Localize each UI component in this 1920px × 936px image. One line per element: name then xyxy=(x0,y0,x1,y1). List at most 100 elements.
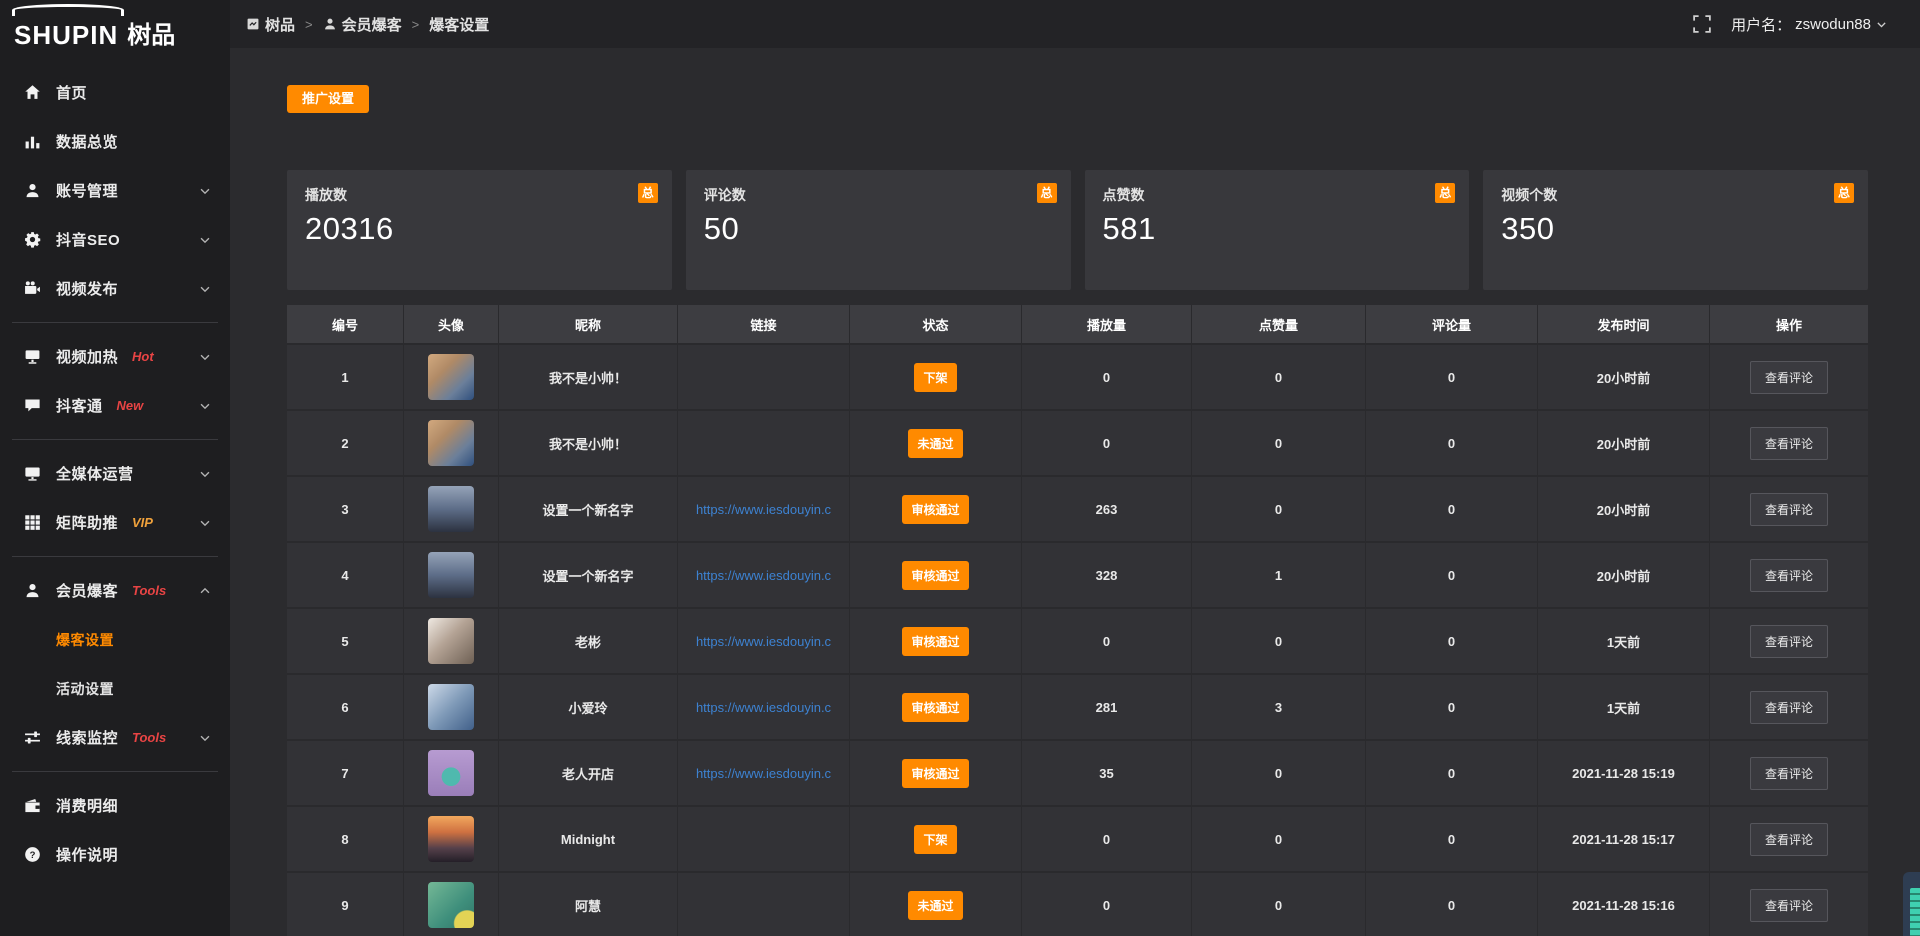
status-badge: 未通过 xyxy=(908,891,962,920)
sidebar-item-activity-settings[interactable]: 活动设置 xyxy=(0,664,230,713)
sidebar-item-media-operation[interactable]: 全媒体运营 xyxy=(0,449,230,498)
topbar-right: 用户名：zswodun88 xyxy=(1693,14,1888,35)
sidebar-item-label: 操作说明 xyxy=(56,844,118,865)
sidebar-item-clue-monitor[interactable]: 线索监控Tools xyxy=(0,713,230,762)
cell-link: https://www.iesdouyin.c xyxy=(678,741,850,805)
cell-avatar xyxy=(404,741,499,805)
cell-id: 7 xyxy=(287,741,404,805)
sidebar-item-douyin-seo[interactable]: 抖音SEO xyxy=(0,215,230,264)
view-comments-button[interactable]: 查看评论 xyxy=(1750,559,1828,592)
breadcrumb-separator: > xyxy=(412,17,420,32)
cell-avatar xyxy=(404,411,499,475)
cell-actions: 查看评论 xyxy=(1710,411,1868,475)
cell-status: 审核通过 xyxy=(850,543,1022,607)
sidebar-divider xyxy=(12,322,218,323)
status-badge: 未通过 xyxy=(908,429,962,458)
cell-status: 下架 xyxy=(850,807,1022,871)
sidebar-item-label: 视频发布 xyxy=(56,278,118,299)
sidebar-item-tag: Hot xyxy=(132,349,154,364)
cell-likes: 0 xyxy=(1192,741,1366,805)
sidebar-divider xyxy=(12,771,218,772)
table-row: 5老彬https://www.iesdouyin.c审核通过0001天前查看评论 xyxy=(287,607,1868,673)
logo-text-cjk: 树品 xyxy=(127,24,175,48)
sidebar-item-tag: VIP xyxy=(132,515,153,530)
breadcrumb-item[interactable]: 树品 xyxy=(246,14,295,35)
cell-likes: 0 xyxy=(1192,609,1366,673)
cell-status: 审核通过 xyxy=(850,609,1022,673)
cell-publish-time: 1天前 xyxy=(1538,675,1710,739)
sidebar-item-member-baoke[interactable]: 会员爆客Tools xyxy=(0,566,230,615)
sidebar-divider xyxy=(12,556,218,557)
video-link[interactable]: https://www.iesdouyin.c xyxy=(696,634,831,649)
sidebar-item-operation-guide[interactable]: ?操作说明 xyxy=(0,830,230,879)
sidebar-item-consumption-details[interactable]: 消费明细 xyxy=(0,781,230,830)
view-comments-button[interactable]: 查看评论 xyxy=(1750,691,1828,724)
column-header: 头像 xyxy=(404,305,499,343)
data-table: 编号头像昵称链接状态播放量点赞量评论量发布时间操作 1我不是小帅！下架00020… xyxy=(287,305,1868,936)
promotion-settings-button[interactable]: 推广设置 xyxy=(287,85,369,113)
sidebar-item-label: 线索监控 xyxy=(56,727,118,748)
chevron-down-icon xyxy=(198,233,212,247)
video-link[interactable]: https://www.iesdouyin.c xyxy=(696,700,831,715)
sidebar: SHUPIN 树品 首页数据总览账号管理抖音SEO 视频发布视频加热Hot抖客通N… xyxy=(0,0,230,936)
cell-comments: 0 xyxy=(1366,675,1538,739)
view-comments-button[interactable]: 查看评论 xyxy=(1750,823,1828,856)
sidebar-item-label: 账号管理 xyxy=(56,180,118,201)
sidebar-item-account-management[interactable]: 账号管理 xyxy=(0,166,230,215)
video-link[interactable]: https://www.iesdouyin.c xyxy=(696,568,831,583)
view-comments-button[interactable]: 查看评论 xyxy=(1750,361,1828,394)
sidebar-item-label: 消费明细 xyxy=(56,795,118,816)
table-row: 8Midnight下架0002021-11-28 15:17查看评论 xyxy=(287,805,1868,871)
app-logo[interactable]: SHUPIN 树品 xyxy=(0,0,230,54)
cell-nickname: Midnight xyxy=(499,807,678,871)
sidebar-item-douketong[interactable]: 抖客通New xyxy=(0,381,230,430)
cell-nickname: 设置一个新名字 xyxy=(499,477,678,541)
sidebar-item-matrix-boost[interactable]: 矩阵助推VIP xyxy=(0,498,230,547)
cell-plays: 35 xyxy=(1022,741,1192,805)
floating-widget[interactable] xyxy=(1903,872,1920,936)
cell-link: https://www.iesdouyin.c xyxy=(678,543,850,607)
widget-bar-icon xyxy=(1910,888,1920,936)
cell-likes: 0 xyxy=(1192,345,1366,409)
sidebar-item-label: 会员爆客 xyxy=(56,580,118,601)
user-menu[interactable]: 用户名：zswodun88 xyxy=(1731,14,1888,35)
sidebar-item-home[interactable]: 首页 xyxy=(0,68,230,117)
cell-actions: 查看评论 xyxy=(1710,345,1868,409)
cell-plays: 0 xyxy=(1022,873,1192,936)
cell-likes: 3 xyxy=(1192,675,1366,739)
table-row: 1我不是小帅！下架00020小时前查看评论 xyxy=(287,343,1868,409)
video-link[interactable]: https://www.iesdouyin.c xyxy=(696,766,831,781)
column-header: 状态 xyxy=(850,305,1022,343)
column-header: 昵称 xyxy=(499,305,678,343)
breadcrumb-label: 会员爆客 xyxy=(342,14,402,35)
view-comments-button[interactable]: 查看评论 xyxy=(1750,625,1828,658)
chevron-up-icon xyxy=(198,584,212,598)
sidebar-item-baoke-settings[interactable]: 爆客设置 xyxy=(0,615,230,664)
cell-status: 审核通过 xyxy=(850,477,1022,541)
chevron-down-icon xyxy=(198,282,212,296)
breadcrumb-item[interactable]: 爆客设置 xyxy=(429,14,489,35)
cell-publish-time: 2021-11-28 15:17 xyxy=(1538,807,1710,871)
view-comments-button[interactable]: 查看评论 xyxy=(1750,757,1828,790)
status-badge: 下架 xyxy=(914,825,956,854)
breadcrumb-item[interactable]: 会员爆客 xyxy=(323,14,402,35)
cell-publish-time: 2021-11-28 15:19 xyxy=(1538,741,1710,805)
avatar xyxy=(428,750,474,796)
view-comments-button[interactable]: 查看评论 xyxy=(1750,889,1828,922)
cell-id: 5 xyxy=(287,609,404,673)
sidebar-item-video-publish[interactable]: 视频发布 xyxy=(0,264,230,313)
column-header: 播放量 xyxy=(1022,305,1192,343)
table-row: 7老人开店https://www.iesdouyin.c审核通过35002021… xyxy=(287,739,1868,805)
view-comments-button[interactable]: 查看评论 xyxy=(1750,427,1828,460)
stat-card-label: 点赞数 xyxy=(1103,185,1452,205)
fullscreen-icon[interactable] xyxy=(1693,15,1711,33)
cell-actions: 查看评论 xyxy=(1710,741,1868,805)
cell-plays: 0 xyxy=(1022,411,1192,475)
sidebar-item-video-heat[interactable]: 视频加热Hot xyxy=(0,332,230,381)
sidebar-item-data-overview[interactable]: 数据总览 xyxy=(0,117,230,166)
video-link[interactable]: https://www.iesdouyin.c xyxy=(696,502,831,517)
view-comments-button[interactable]: 查看评论 xyxy=(1750,493,1828,526)
cell-publish-time: 20小时前 xyxy=(1538,345,1710,409)
cell-publish-time: 2021-11-28 15:16 xyxy=(1538,873,1710,936)
cell-nickname: 老人开店 xyxy=(499,741,678,805)
